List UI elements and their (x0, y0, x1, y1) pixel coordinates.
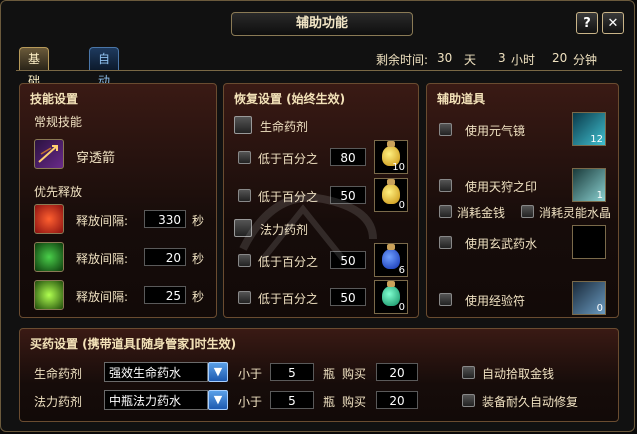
buy-panel: 买药设置 (携带道具[随身管家]时生效) 生命药剂 强效生命药水 ▼ 小于 5 … (19, 328, 619, 422)
hp-bottle-label: 瓶 (323, 367, 336, 381)
mp-row2-count: 0 (398, 302, 405, 313)
interval-unit-1: 秒 (192, 214, 205, 228)
scroll-icon[interactable]: 0 (572, 281, 606, 315)
interval-unit-2: 秒 (192, 252, 205, 266)
gold-cost-checkbox[interactable] (439, 205, 452, 218)
interval-input-1[interactable]: 330 (144, 210, 186, 228)
hp-row2-count: 0 (398, 200, 405, 211)
help-button[interactable]: ? (576, 12, 598, 34)
hp-buy-input[interactable]: 20 (376, 363, 418, 381)
remaining-time-label: 剩余时间: (376, 53, 429, 67)
hp-potion-select[interactable]: 强效生命药水 (104, 362, 208, 382)
auto-repair-label: 装备耐久自动修复 (482, 395, 579, 409)
tab-auto-battle[interactable]: 自动战斗 (89, 47, 120, 132)
auto-repair-checkbox[interactable] (462, 394, 475, 407)
yellow-potion-icon (382, 179, 400, 204)
exp-count: 0 (596, 303, 603, 314)
auto-gold-checkbox[interactable] (462, 366, 475, 379)
hp-less-input[interactable]: 5 (270, 363, 314, 381)
crystal-cost-label: 消耗灵能水晶 (539, 206, 612, 220)
tianshou-label: 使用天狩之印 (465, 180, 538, 194)
remaining-hours: 3 (498, 51, 506, 65)
hp-less-label: 小于 (238, 367, 263, 381)
mp-potion-select[interactable]: 中瓶法力药水 (104, 390, 208, 410)
red-fire-skill-icon[interactable] (34, 204, 64, 234)
skills-title: 技能设置 (30, 92, 79, 106)
xuanwu-empty-slot[interactable] (572, 225, 606, 259)
hp-row1-input[interactable]: 80 (330, 148, 366, 166)
mp-less-input[interactable]: 5 (270, 391, 314, 409)
green-burst-skill-icon[interactable] (34, 280, 64, 310)
normal-skill-name: 穿透箭 (76, 151, 116, 166)
skills-panel: 技能设置 常规技能 穿透箭 优先释放 释放间隔: 330 秒 释放间隔: 20 … (19, 83, 217, 318)
interval-unit-3: 秒 (192, 290, 205, 304)
mp-row2-checkbox[interactable] (238, 291, 251, 304)
tianshou-checkbox[interactable] (439, 179, 452, 192)
minutes-unit: 分钟 (573, 53, 598, 67)
mp-potion-slot-2[interactable]: 0 (374, 280, 408, 314)
days-unit: 天 (464, 53, 477, 67)
buy-hp-label: 生命药剂 (34, 367, 83, 381)
remaining-days: 30 (437, 51, 453, 65)
interval-label-2: 释放间隔: (76, 252, 129, 266)
buy-title: 买药设置 (携带道具[随身管家]时生效) (30, 337, 237, 351)
interval-input-3[interactable]: 25 (144, 286, 186, 304)
items-panel: 辅助道具 使用元气镜 12 使用天狩之印 1 消耗金钱 消耗灵能水晶 使用玄武药… (426, 83, 619, 318)
recovery-title: 恢复设置 (始终生效) (234, 92, 346, 106)
tianshou-count: 1 (596, 190, 603, 201)
seal-icon[interactable]: 1 (572, 168, 606, 202)
assist-window: 辅助功能 ? ✕ 基础设置 自动战斗 剩余时间: 30 天 3 小时 20 分钟… (0, 0, 635, 432)
exp-checkbox[interactable] (439, 293, 452, 306)
mp-buy-input[interactable]: 20 (376, 391, 418, 409)
hp-row1-count: 10 (392, 162, 405, 173)
hp-potion-slot-1[interactable]: 10 (374, 140, 408, 174)
exp-label: 使用经验符 (465, 294, 526, 308)
close-button[interactable]: ✕ (602, 12, 624, 34)
green-poison-skill-icon[interactable] (34, 242, 64, 272)
auto-gold-label: 自动拾取金钱 (482, 367, 555, 381)
tab-basic-settings[interactable]: 基础设置 (19, 47, 50, 132)
window-title: 辅助功能 (231, 12, 413, 36)
xuanwu-label: 使用玄武药水 (465, 237, 538, 251)
mp-less-label: 小于 (238, 395, 263, 409)
interval-label-3: 释放间隔: (76, 290, 129, 304)
gold-cost-label: 消耗金钱 (457, 206, 506, 220)
hp-potion-checkbox[interactable] (234, 116, 252, 134)
arrow-skill-icon[interactable] (34, 139, 64, 169)
buy-mp-label: 法力药剂 (34, 395, 83, 409)
hp-row1-checkbox[interactable] (238, 151, 251, 164)
hp-buy-label: 购买 (342, 367, 367, 381)
chevron-down-icon[interactable]: ▼ (208, 362, 228, 382)
yuanqi-checkbox[interactable] (439, 123, 452, 136)
interval-label-1: 释放间隔: (76, 214, 129, 228)
mp-row1-count: 6 (398, 265, 405, 276)
crystal-cost-checkbox[interactable] (521, 205, 534, 218)
teal-potion-icon (382, 281, 400, 306)
yuanqi-count: 12 (590, 134, 603, 145)
xuanwu-checkbox[interactable] (439, 236, 452, 249)
hp-potion-label: 生命药剂 (260, 120, 309, 134)
mp-bottle-label: 瓶 (323, 395, 336, 409)
mp-row2-label: 低于百分之 (258, 292, 319, 306)
yuanqi-label: 使用元气镜 (465, 124, 526, 138)
mp-buy-label: 购买 (342, 395, 367, 409)
interval-input-2[interactable]: 20 (144, 248, 186, 266)
cyan-crystal-icon[interactable]: 12 (572, 112, 606, 146)
game-logo-watermark (239, 193, 377, 261)
mp-row2-input[interactable]: 50 (330, 288, 366, 306)
priority-label: 优先释放 (34, 185, 83, 199)
normal-skill-label: 常规技能 (34, 115, 83, 129)
remaining-minutes: 20 (552, 51, 568, 65)
tab-divider (16, 70, 622, 71)
chevron-down-icon[interactable]: ▼ (208, 390, 228, 410)
blue-potion-icon (382, 244, 400, 269)
items-title: 辅助道具 (437, 92, 486, 106)
hp-row1-label: 低于百分之 (258, 152, 319, 166)
hours-unit: 小时 (511, 53, 536, 67)
